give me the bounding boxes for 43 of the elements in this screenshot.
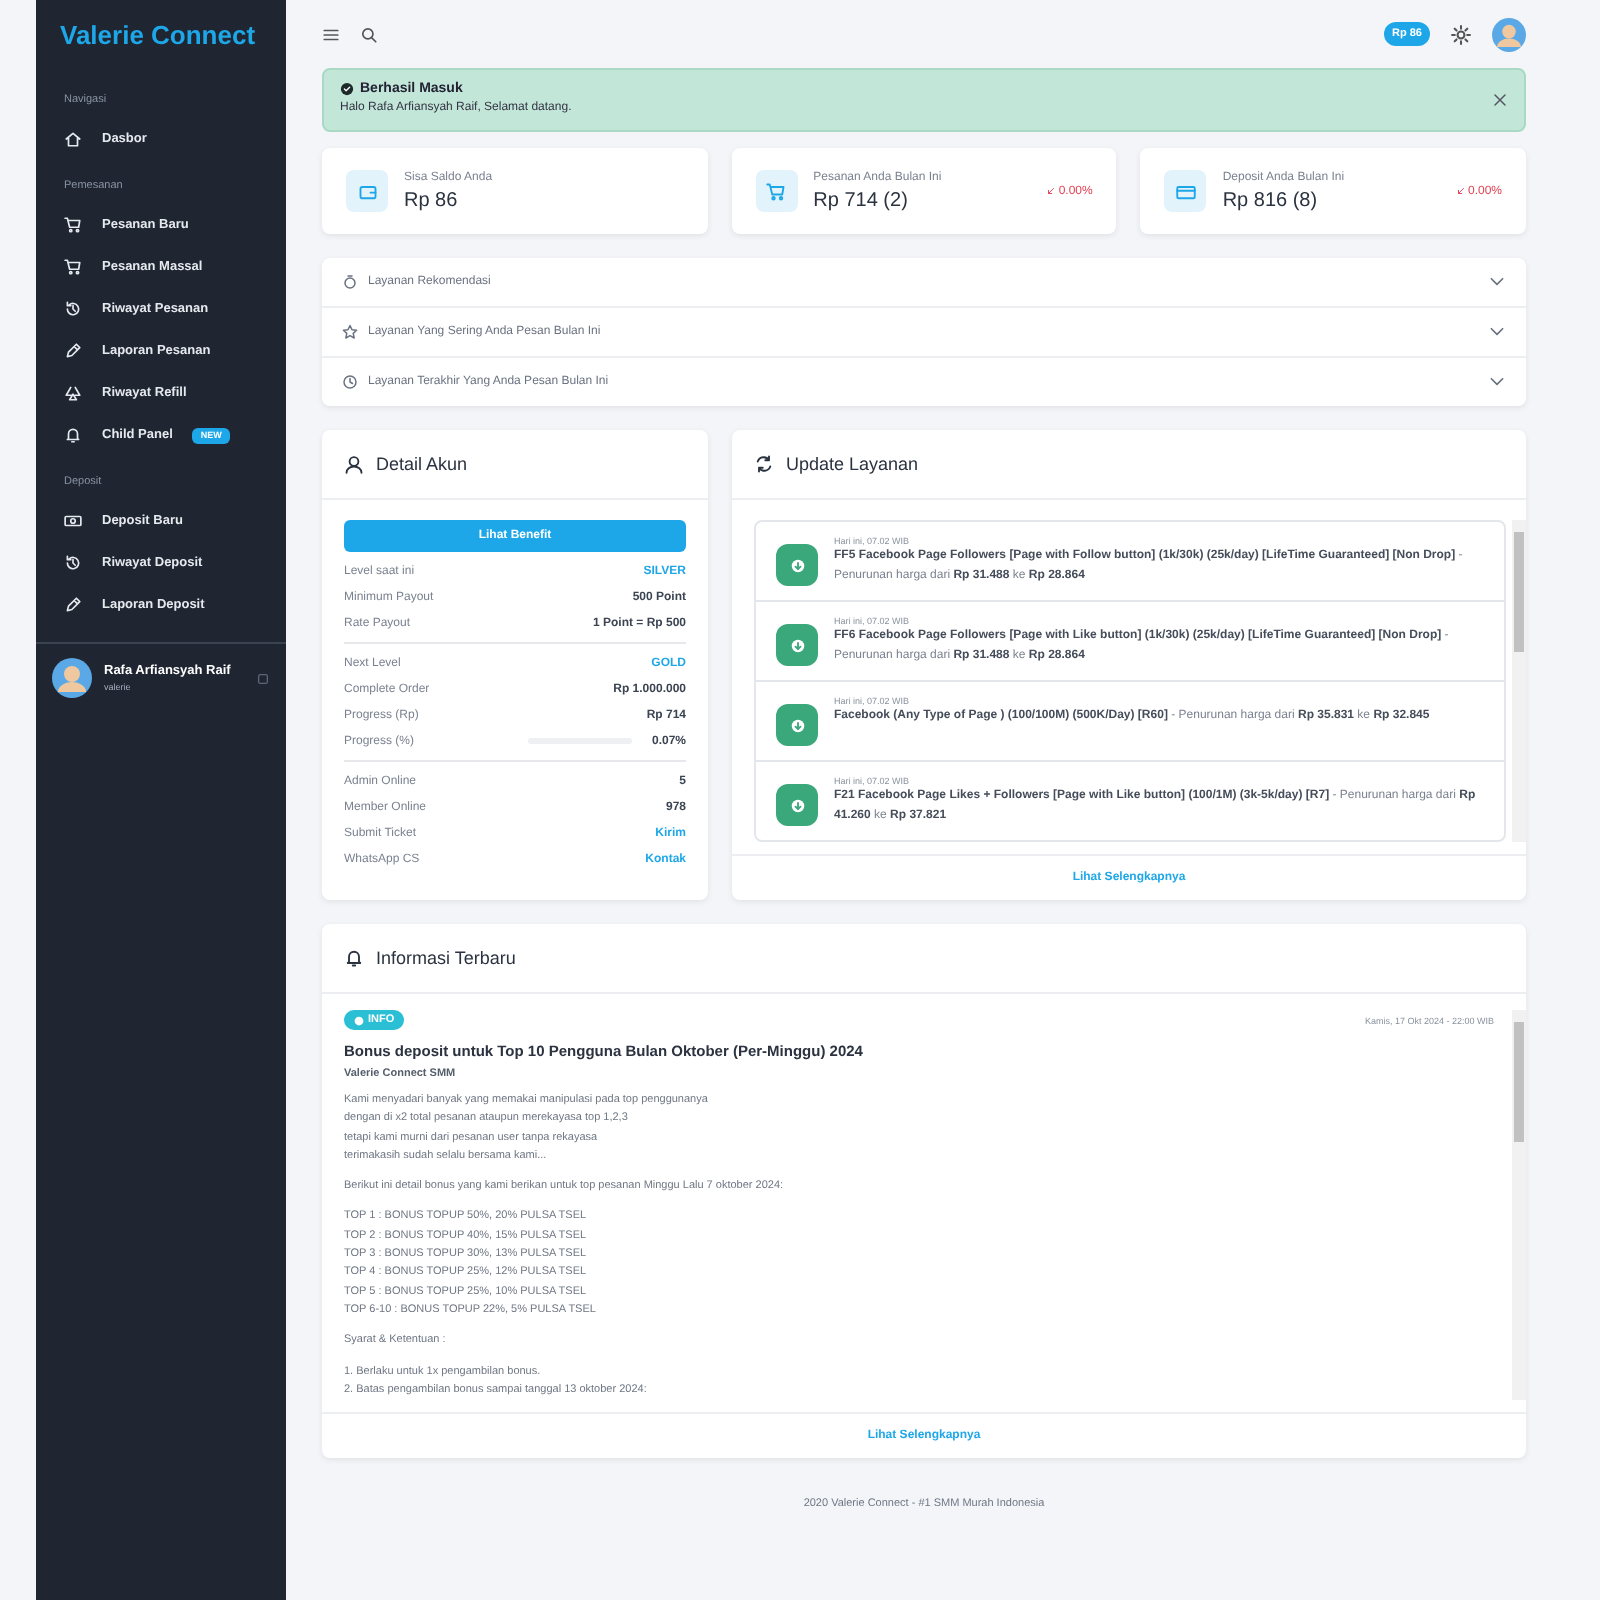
toggle-icon [256, 672, 270, 686]
home-icon [64, 130, 82, 148]
history-icon [64, 300, 82, 318]
search-icon [360, 25, 378, 43]
arrow-down-icon [787, 555, 807, 575]
banknote-icon [64, 512, 82, 530]
recycle-icon [64, 384, 82, 402]
card-title: Detail Akun [376, 454, 468, 474]
pen-icon [64, 342, 82, 360]
arrow-down-icon [1046, 186, 1057, 196]
check-circle-icon [340, 82, 354, 96]
card-title: Update Layanan [786, 454, 919, 474]
scrollbar[interactable] [1512, 1010, 1526, 1401]
stat-value: Rp 86 [404, 189, 460, 211]
scrollbar[interactable] [1512, 520, 1526, 842]
refresh-icon [754, 454, 774, 474]
arrow-down-icon [1455, 186, 1466, 196]
bell-icon [64, 426, 82, 444]
clock-icon [342, 374, 358, 390]
settings-icon [1450, 23, 1472, 45]
cart-icon [64, 258, 82, 276]
avatar-icon [52, 658, 92, 698]
badge-icon [342, 274, 358, 290]
arrow-down-icon [787, 635, 807, 655]
cart-icon [64, 216, 82, 234]
info-icon [354, 1015, 364, 1025]
brand-logo[interactable]: Valerie Connect [36, 0, 286, 74]
arrow-down-icon [787, 795, 807, 815]
user-icon [344, 454, 364, 474]
stat-value: Rp 714 (2) [813, 189, 910, 211]
arrow-down-icon [787, 715, 807, 735]
pen-icon [64, 596, 82, 614]
avatar-icon [1492, 17, 1526, 51]
cart-icon [766, 181, 787, 201]
stat-value: Rp 816 (8) [1222, 189, 1320, 211]
menu-icon [322, 25, 340, 43]
card-icon [1175, 181, 1196, 201]
star-icon [342, 324, 358, 340]
bell-icon [344, 948, 364, 968]
history-icon [64, 554, 82, 572]
wallet-icon [357, 181, 377, 201]
card-title: Informasi Terbaru [376, 948, 516, 968]
close-icon [1492, 92, 1508, 108]
